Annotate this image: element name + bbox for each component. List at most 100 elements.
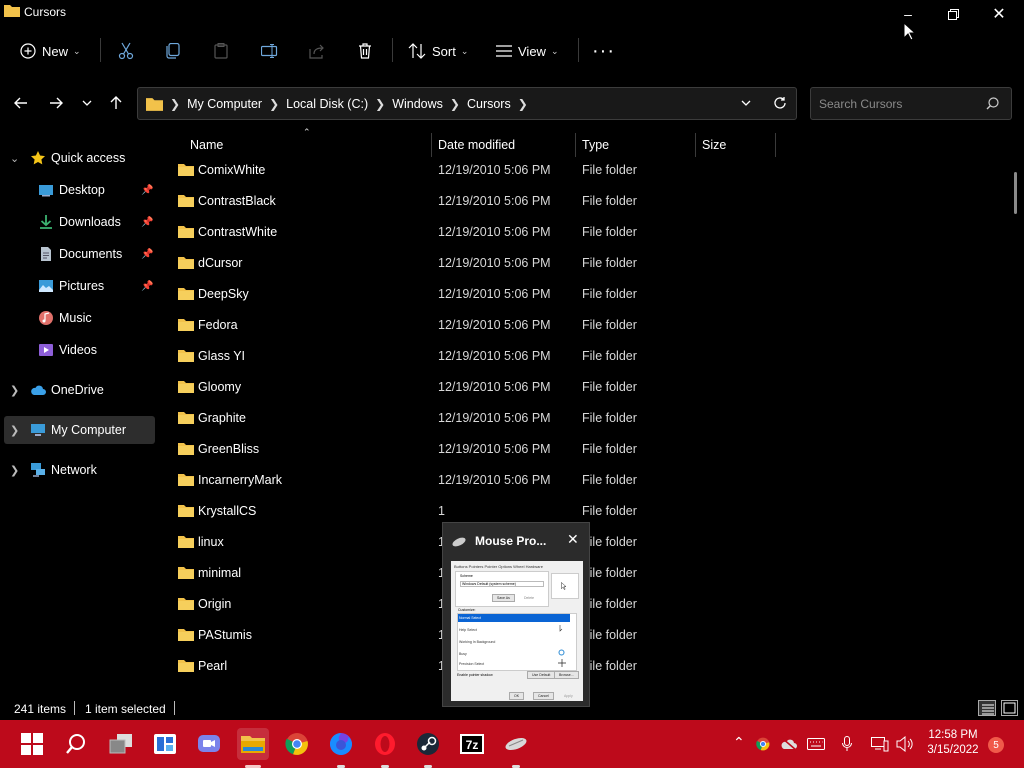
file-row[interactable]: PAStumis1File folder	[170, 620, 1010, 650]
breadcrumb-item[interactable]: Local Disk (C:)	[286, 97, 368, 111]
network-tray-icon[interactable]	[871, 736, 889, 752]
clock-time: 12:58 PM	[928, 729, 978, 741]
preview-scheme-value: Windows Default (system scheme)	[460, 581, 544, 587]
taskbar: 7z ⌃ 12:58 PM 3/15/2022	[0, 720, 1024, 768]
start-button[interactable]	[16, 728, 48, 760]
address-bar[interactable]: ❯ My Computer ❯ Local Disk (C:) ❯ Window…	[137, 87, 797, 120]
breadcrumb-item[interactable]: Windows	[392, 97, 443, 111]
more-options-button[interactable]: ···	[592, 38, 615, 64]
copy-button[interactable]	[166, 38, 180, 64]
sidebar-item-videos[interactable]: Videos	[0, 336, 156, 364]
restore-button[interactable]	[930, 0, 976, 28]
details-view-button[interactable]	[978, 700, 996, 716]
refresh-icon[interactable]	[773, 96, 787, 110]
new-button[interactable]: New ⌄	[20, 38, 81, 64]
file-type: File folder	[582, 163, 637, 177]
view-button[interactable]: View ⌄	[496, 38, 559, 64]
breadcrumb: ❯ My Computer ❯ Local Disk (C:) ❯ Window…	[146, 88, 535, 119]
breadcrumb-item[interactable]: Cursors	[467, 97, 511, 111]
search-icon[interactable]	[986, 97, 999, 110]
chrome-tray-icon[interactable]	[756, 737, 770, 751]
sort-button[interactable]: Sort ⌄	[408, 38, 468, 64]
search-taskbar-button[interactable]	[60, 728, 92, 760]
opera-taskbar-button[interactable]	[369, 728, 401, 760]
forward-button[interactable]	[44, 91, 68, 115]
system-clock[interactable]: 12:58 PM 3/15/2022	[922, 728, 984, 758]
file-type: File folder	[582, 380, 637, 394]
keyboard-icon[interactable]	[807, 738, 825, 750]
file-row[interactable]: ContrastBlack 12/19/2010 5:06 PM File fold…	[170, 186, 1010, 216]
file-row[interactable]: KrystallCS 1 File folder	[170, 496, 1010, 526]
file-row[interactable]: Pearl1File folder	[170, 651, 1010, 681]
back-button[interactable]	[9, 91, 33, 115]
notification-badge[interactable]: 5	[988, 737, 1004, 753]
thumbnail-close-icon[interactable]: ✕	[567, 531, 579, 548]
address-dropdown-icon[interactable]	[741, 100, 751, 106]
large-icons-view-button[interactable]	[1001, 700, 1018, 716]
command-bar: New ⌄ Sort ⌄ View ⌄ ···	[0, 30, 1024, 72]
show-hidden-icons-chevron-icon[interactable]: ⌃	[733, 734, 745, 751]
sidebar-item-quick-access[interactable]: ⌄ Quick access	[0, 144, 156, 172]
7zip-taskbar-button[interactable]: 7z	[456, 728, 488, 760]
pin-icon: 📌	[141, 280, 154, 292]
sidebar-item-desktop[interactable]: Desktop 📌	[0, 176, 156, 204]
widgets-button[interactable]	[149, 728, 181, 760]
paste-button[interactable]	[214, 38, 228, 64]
mouse-properties-preview[interactable]: Buttons Pointers Pointer Options Wheel H…	[451, 561, 583, 701]
sidebar-item-my-computer[interactable]: ❯ My Computer	[4, 416, 155, 444]
file-explorer-icon	[241, 736, 265, 753]
file-row[interactable]: Origin1File folder	[170, 589, 1010, 619]
taskbar-thumbnail-preview[interactable]: Mouse Pro... ✕ Buttons Pointers Pointer …	[442, 522, 590, 707]
teams-chat-button[interactable]	[193, 728, 225, 760]
details-view-icon	[982, 704, 994, 715]
chevron-right-icon: ❯	[269, 96, 280, 111]
file-row[interactable]: Glass YI 12/19/2010 5:06 PM File folder	[170, 341, 1010, 371]
file-row[interactable]: Fedora 12/19/2010 5:06 PM File folder	[170, 310, 1010, 340]
file-explorer-taskbar-button[interactable]	[237, 728, 269, 760]
file-row[interactable]: DeepSky 12/19/2010 5:06 PM File folder	[170, 279, 1010, 309]
chevron-right-icon: ❯	[517, 96, 528, 111]
firefox-taskbar-button[interactable]	[325, 728, 357, 760]
file-name: KrystallCS	[198, 504, 257, 518]
file-row[interactable]: ContrastWhite 12/19/2010 5:06 PM File fold…	[170, 217, 1010, 247]
file-row[interactable]: ComixBlack 12/19/2010 5:06 PM File folder	[170, 140, 1010, 154]
sidebar-item-downloads[interactable]: Downloads 📌	[0, 208, 156, 236]
microphone-icon[interactable]	[842, 736, 852, 752]
close-button[interactable]: ✕	[976, 0, 1022, 28]
chrome-taskbar-button[interactable]	[281, 728, 313, 760]
sidebar-item-music[interactable]: Music	[0, 304, 156, 332]
sidebar-item-onedrive[interactable]: ❯ OneDrive	[0, 376, 156, 404]
breadcrumb-item[interactable]: My Computer	[187, 97, 262, 111]
file-type: File folder	[582, 442, 637, 456]
file-row[interactable]: Gloomy 12/19/2010 5:06 PM File folder	[170, 372, 1010, 402]
file-row[interactable]: dCursor 12/19/2010 5:06 PM File folder	[170, 248, 1010, 278]
preview-list-item: Normal Select	[459, 616, 481, 620]
file-row[interactable]: ComixWhite 12/19/2010 5:06 PM File folder	[170, 155, 1010, 185]
share-button[interactable]	[309, 38, 325, 64]
recent-locations-button[interactable]	[75, 91, 99, 115]
search-box[interactable]: Search Cursors	[810, 87, 1012, 120]
steam-icon	[417, 733, 439, 755]
file-row[interactable]: IncarnerryMark 12/19/2010 5:06 PM File fol…	[170, 465, 1010, 495]
sidebar-item-network[interactable]: ❯ Network	[0, 456, 156, 484]
file-row[interactable]: minimal1File folder	[170, 558, 1010, 588]
folder-icon	[178, 140, 194, 145]
mouse-properties-taskbar-button[interactable]	[500, 728, 532, 760]
file-row[interactable]: GreenBliss 12/19/2010 5:06 PM File folder	[170, 434, 1010, 464]
preview-use-default: Use Default	[527, 671, 556, 679]
file-type: File folder	[582, 566, 637, 580]
volume-icon[interactable]	[896, 736, 914, 752]
sidebar-item-documents[interactable]: Documents 📌	[0, 240, 156, 268]
rename-button[interactable]	[261, 38, 279, 64]
cut-button[interactable]	[118, 38, 134, 64]
onedrive-offline-icon[interactable]	[780, 737, 798, 751]
up-button[interactable]	[104, 91, 128, 115]
file-date: 12/19/2010 5:06 PM	[438, 163, 551, 177]
file-row[interactable]: Graphite 12/19/2010 5:06 PM File folder	[170, 403, 1010, 433]
task-view-button[interactable]	[105, 728, 137, 760]
file-row[interactable]: linux1File folder	[170, 527, 1010, 557]
delete-button[interactable]	[358, 38, 372, 64]
sidebar-item-pictures[interactable]: Pictures 📌	[0, 272, 156, 300]
steam-taskbar-button[interactable]	[412, 728, 444, 760]
scrollbar-thumb[interactable]	[1014, 172, 1017, 214]
